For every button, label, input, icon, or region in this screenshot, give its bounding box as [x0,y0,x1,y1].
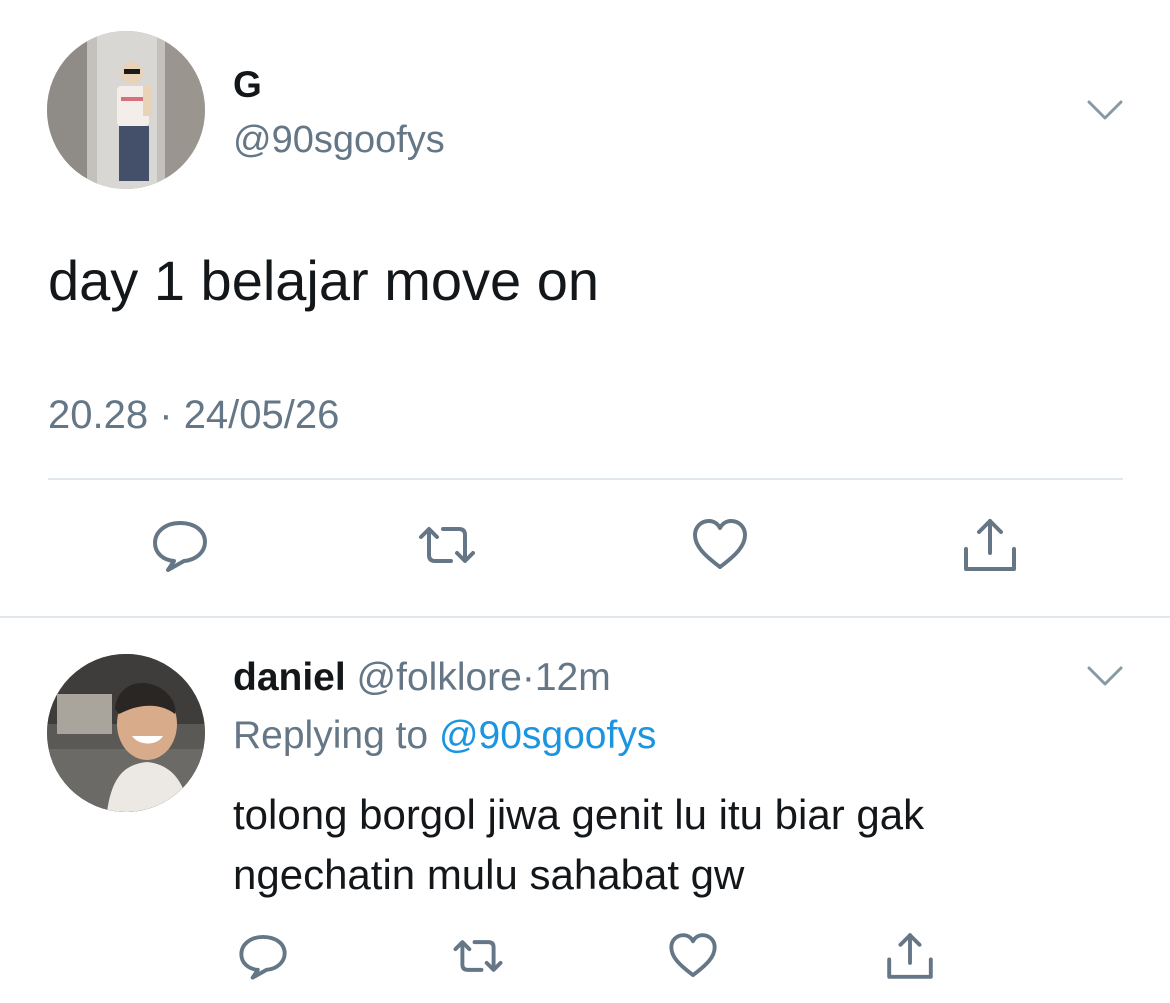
reply-header: daniel @folklore·12m [233,654,611,702]
replying-to: Replying to @90sgoofys [233,712,656,760]
like-button[interactable] [690,515,750,575]
meta-separator: · [159,393,173,437]
reply-like-button[interactable] [667,930,719,982]
tweet-time: 20.28 [48,393,149,437]
reply-time: 12m [534,656,611,699]
divider [48,478,1123,480]
reply-button[interactable] [150,515,210,575]
replying-prefix: Replying to [233,714,439,757]
comment-icon [239,934,287,980]
retweet-button[interactable] [417,515,477,575]
replying-to-link[interactable]: @90sgoofys [439,714,656,757]
reply-text-line: ngechatin mulu sahabat gw [233,851,745,898]
reply-reply-button[interactable] [237,930,289,982]
reply-text-line: tolong borgol jiwa genit lu itu biar gak [233,791,925,838]
reply-display-name[interactable]: daniel [233,656,346,699]
retweet-icon [453,940,503,972]
tweet-text: day 1 belajar move on [48,249,600,312]
share-button[interactable] [960,515,1020,575]
chevron-down-icon[interactable] [1087,665,1123,687]
share-icon [887,933,933,979]
main-handle[interactable]: @90sgoofys [233,116,445,164]
main-display-name[interactable]: G [233,62,262,108]
reply-text: tolong borgol jiwa genit lu itu biar gak… [233,785,1113,905]
reply-separator: · [521,656,535,699]
reply-retweet-button[interactable] [452,930,504,982]
reply-share-button[interactable] [884,930,936,982]
share-icon [964,519,1016,571]
main-tweet-avatar[interactable] [47,31,205,189]
reply-avatar[interactable] [47,654,205,812]
comment-icon [153,521,207,572]
chevron-down-icon[interactable] [1087,99,1123,121]
retweet-icon [419,527,475,563]
tweet-detail-page: G @90sgoofys day 1 belajar move on 20.28… [0,0,1170,1003]
heart-icon [693,519,747,569]
avatar-image [47,654,205,812]
avatar-image [47,31,205,189]
tweet-timestamp[interactable]: 20.28 · 24/05/26 [48,390,339,440]
reply-handle[interactable]: @folklore [357,656,522,699]
tweet-date: 24/05/26 [183,393,340,437]
heart-icon [669,933,717,978]
section-divider [0,616,1170,618]
